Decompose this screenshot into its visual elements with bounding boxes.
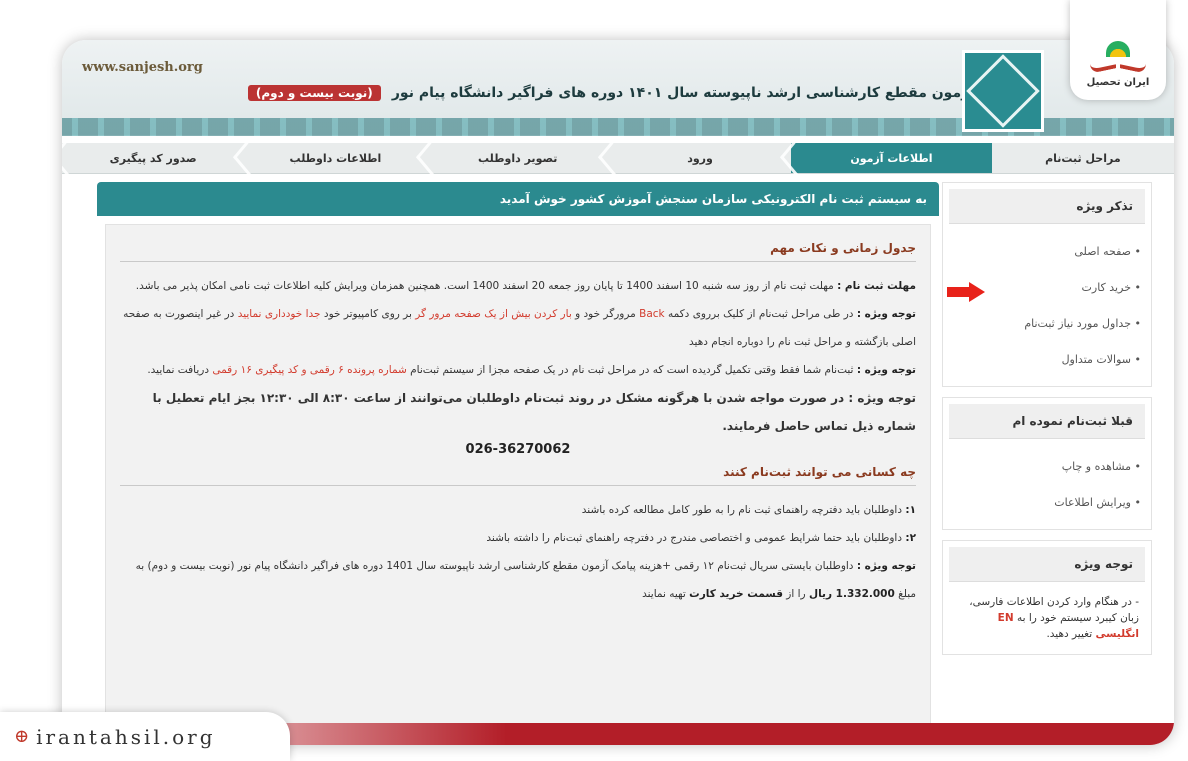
globe-icon: ⊕ bbox=[14, 726, 33, 747]
browser-frame: www.sanjesh.org آزمون مقطع کارشناسی ارشد… bbox=[62, 40, 1174, 745]
nav-step-applicant-info[interactable]: اطلاعات داوطلب bbox=[233, 141, 426, 178]
sidebar-item-faq[interactable]: سوالات متداول bbox=[953, 342, 1141, 378]
footer-site-text: irantahsil.org bbox=[36, 724, 216, 749]
section-title-eligibility: چه کسانی می توانند ثبت‌نام کنند bbox=[723, 465, 916, 479]
sidebar-box-notice: تذکر ویژه صفحه اصلی خرید کارت جداول مورد… bbox=[942, 182, 1152, 387]
exam-title-badge: (نوبت بیست و دوم) bbox=[247, 85, 381, 101]
sidebar-box-attention: توجه ویژه - در هنگام وارد کردن اطلاعات ف… bbox=[942, 540, 1152, 655]
nav-step-exam-info[interactable]: اطلاعات آزمون bbox=[780, 141, 992, 178]
sidebar-item-view-print[interactable]: مشاهده و چاپ bbox=[953, 449, 1141, 485]
welcome-banner: به سیستم ثبت نام الکترونیکی سازمان سنجش … bbox=[97, 182, 939, 216]
site-url: www.sanjesh.org bbox=[82, 60, 203, 75]
eligibility-item-2: ۲: داوطلبان باید حتما شرایط عمومی و اختص… bbox=[486, 532, 916, 544]
sidebar-item-edit-info[interactable]: ویرایش اطلاعات bbox=[953, 485, 1141, 521]
note-paragraph-1: توجه ویژه : در طی مراحل ثبت‌نام از کلیک … bbox=[123, 308, 916, 348]
sidebar-box-title: توجه ویژه bbox=[949, 547, 1145, 582]
sidebar-box-registered: قبلا ثبت‌نام نموده ام مشاهده و چاپ ویرای… bbox=[942, 397, 1152, 530]
nav-step-photo[interactable]: تصویر داوطلب bbox=[415, 141, 609, 178]
divider bbox=[120, 261, 916, 262]
divider bbox=[120, 485, 916, 486]
exam-title-text: آزمون مقطع کارشناسی ارشد ناپیوسته سال ۱۴… bbox=[391, 85, 974, 101]
support-paragraph: توجه ویژه : در صورت مواجه شدن با هرگونه … bbox=[152, 391, 916, 433]
sidebar-box-title: قبلا ثبت‌نام نموده ام bbox=[949, 404, 1145, 439]
steps-nav: مراحل ثبت‌نام اطلاعات آزمون ورود تصویر د… bbox=[62, 141, 1174, 178]
footer-site-label: ⊕ irantahsil.org bbox=[0, 712, 290, 761]
info-panel: جدول زمانی و نکات مهم مهلت ثبت نام : مهل… bbox=[105, 224, 931, 734]
nav-step-tracking-code[interactable]: صدور کد پیگیری bbox=[62, 141, 244, 178]
eligibility-item-1: ۱: داوطلبان باید دفترچه راهنمای ثبت نام … bbox=[581, 504, 916, 516]
book-logo-icon bbox=[1090, 41, 1146, 71]
irantahsil-logo: ایران تحصیل bbox=[1070, 0, 1166, 100]
page-header: www.sanjesh.org آزمون مقطع کارشناسی ارشد… bbox=[62, 40, 1174, 136]
sidebar: تذکر ویژه صفحه اصلی خرید کارت جداول مورد… bbox=[942, 182, 1152, 742]
note-paragraph-2: توجه ویژه : ثبت‌نام شما فقط وقتی تکمیل گ… bbox=[147, 364, 916, 376]
logo-brand-text: ایران تحصیل bbox=[1086, 77, 1150, 88]
deadline-paragraph: مهلت ثبت نام : مهلت ثبت نام از روز سه شن… bbox=[135, 280, 916, 292]
red-arrow-icon bbox=[947, 282, 985, 302]
sanjesh-logo bbox=[962, 50, 1044, 132]
support-phone: 026-36270062 bbox=[465, 442, 571, 457]
section-title-schedule: جدول زمانی و نکات مهم bbox=[770, 241, 916, 255]
main-content: به سیستم ثبت نام الکترونیکی سازمان سنجش … bbox=[97, 182, 939, 742]
sidebar-item-tables[interactable]: جداول مورد نیاز ثبت‌نام bbox=[953, 306, 1141, 342]
sidebar-item-home[interactable]: صفحه اصلی bbox=[953, 234, 1141, 270]
nav-step-login[interactable]: ورود bbox=[597, 141, 791, 178]
sidebar-item-buy-card[interactable]: خرید کارت bbox=[947, 270, 1141, 306]
exam-title: آزمون مقطع کارشناسی ارشد ناپیوسته سال ۱۴… bbox=[204, 82, 974, 120]
note-paragraph-4: توجه ویژه : داوطلبان بایستی سریال ثبت‌نا… bbox=[135, 560, 916, 600]
sidebar-box-title: تذکر ویژه bbox=[949, 189, 1145, 224]
nav-step-registration[interactable]: مراحل ثبت‌نام bbox=[992, 143, 1174, 173]
keyboard-note: - در هنگام وارد کردن اطلاعات فارسی، زبان… bbox=[969, 596, 1139, 640]
